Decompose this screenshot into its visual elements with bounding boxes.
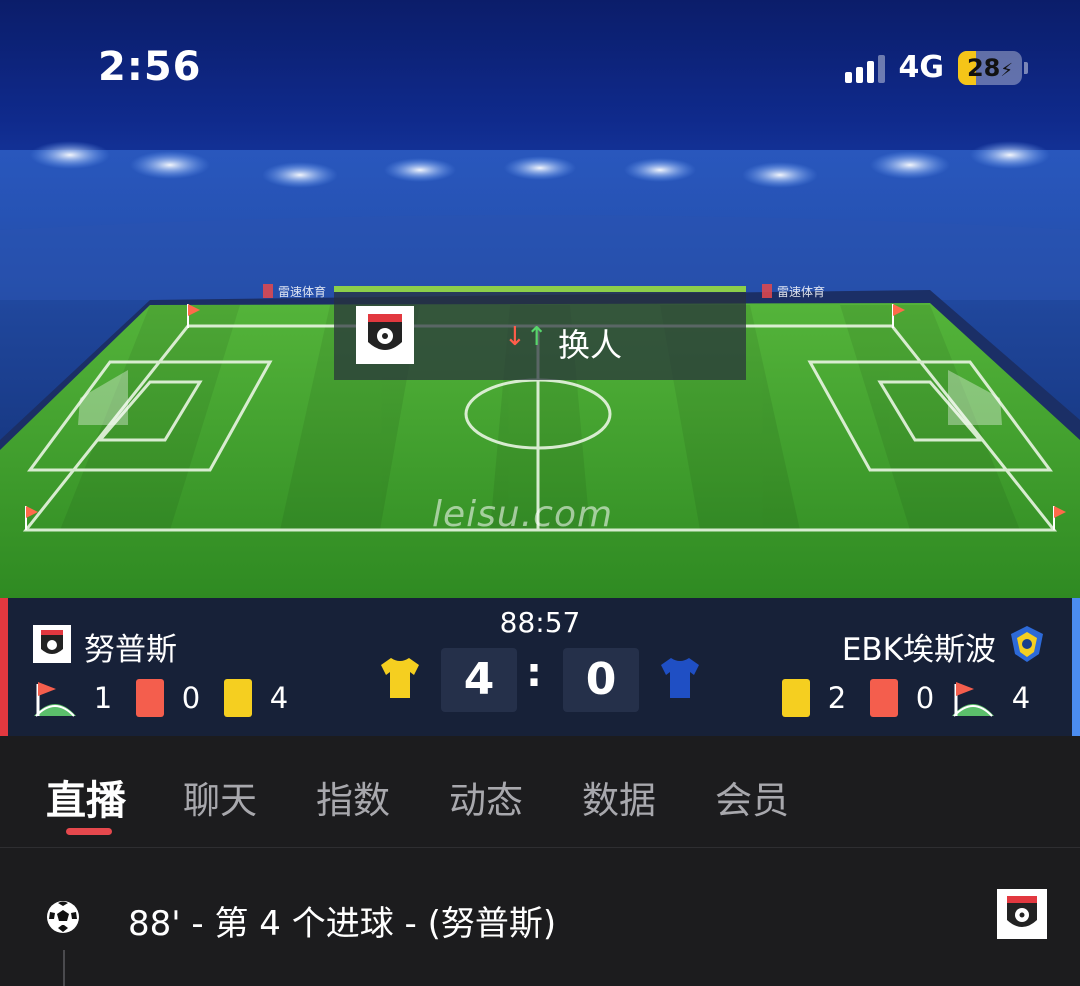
away-corners: 4 (1011, 681, 1031, 715)
svg-text:雷速体育: 雷速体育 (278, 284, 326, 299)
home-corners: 1 (93, 681, 113, 715)
tab-odds[interactable]: 指数 (316, 770, 390, 824)
corner-flag-icon (952, 682, 994, 717)
tab-membership[interactable]: 会员 (715, 770, 789, 824)
event-popup: ↓↑ 换人 (334, 286, 746, 380)
home-team-logo (356, 306, 414, 364)
feed-event-text: 88' - 第 4 个进球 - (努普斯) (128, 904, 557, 944)
red-card-icon (870, 679, 898, 717)
home-stats: 1 0 4 (34, 678, 290, 718)
status-indicators: 4G 28⚡ (844, 50, 1028, 85)
match-animation-view: 雷速体育 雷速体育 2:56 4G 28⚡ ↓↑ 换人 leisu.com (0, 0, 1080, 598)
red-card-icon (136, 679, 164, 717)
tab-stats[interactable]: 数据 (582, 770, 656, 824)
network-type: 4G (898, 50, 945, 85)
yellow-card-icon (782, 679, 810, 717)
svg-text:雷速体育: 雷速体育 (777, 284, 825, 299)
home-score: 4 (441, 648, 517, 712)
soccer-ball-icon (47, 901, 79, 933)
yellow-card-icon (224, 679, 252, 717)
event-text: 换人 (558, 326, 623, 364)
scoreboard: 努普斯 1 0 4 88:57 4 : 0 EBK埃斯波 2 0 4 (0, 598, 1080, 736)
away-red-cards: 0 (915, 681, 935, 715)
home-yellow-cards: 4 (269, 681, 289, 715)
timeline-connector (63, 950, 65, 986)
away-team-name[interactable]: EBK埃斯波 (842, 624, 996, 669)
home-red-cards: 0 (181, 681, 201, 715)
home-shirt-icon (381, 658, 419, 698)
battery-level: 28 (966, 53, 1001, 82)
home-team-logo (997, 889, 1047, 939)
tab-events[interactable]: 动态 (449, 770, 523, 824)
away-stats: 2 0 4 (782, 678, 1032, 718)
status-time: 2:56 (98, 44, 202, 90)
score-separator: : (526, 650, 542, 696)
tab-bar: 直播 聊天 指数 动态 数据 会员 (0, 736, 1080, 848)
battery-icon: 28⚡ (958, 50, 1022, 85)
away-team-logo[interactable] (1007, 624, 1047, 664)
active-tab-indicator (66, 828, 112, 835)
corner-flag-icon (34, 682, 76, 717)
watermark: leisu.com (432, 494, 614, 535)
away-shirt-icon (661, 658, 699, 698)
live-feed[interactable]: 88' - 第 4 个进球 - (努普斯) (0, 848, 1080, 986)
away-score: 0 (563, 648, 639, 712)
substitution-arrows-icon: ↓↑ (504, 322, 548, 352)
tab-live[interactable]: 直播 (46, 768, 126, 826)
away-yellow-cards: 2 (827, 681, 847, 715)
cellular-signal-icon (844, 53, 885, 83)
tab-chat[interactable]: 聊天 (183, 770, 257, 824)
